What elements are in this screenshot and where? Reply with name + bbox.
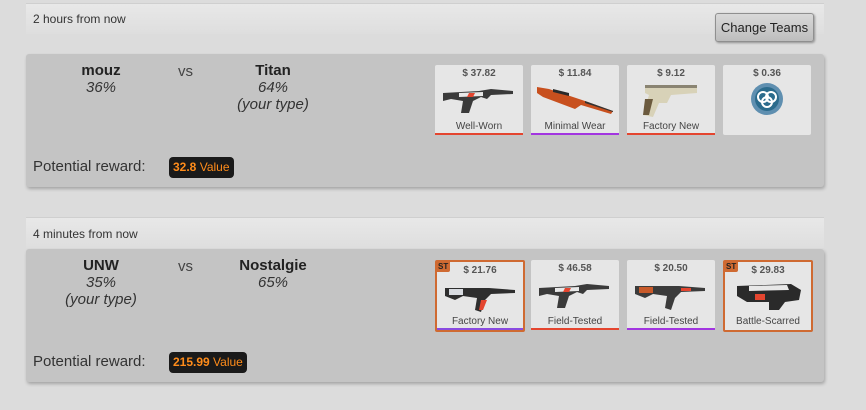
team-left[interactable]: UNW 35% (your type) xyxy=(56,257,146,308)
item-price: $ 11.84 xyxy=(558,68,592,79)
item-condition: Field-Tested xyxy=(547,316,603,327)
reward-label: Potential reward: xyxy=(33,158,146,175)
reward-amount: 215.99 xyxy=(173,355,210,369)
match-time: 2 hours from now xyxy=(33,12,126,26)
sniper-awp-icon xyxy=(537,87,613,114)
reward-value-badge: 32.8 Value xyxy=(169,157,234,178)
team-name: Titan xyxy=(255,62,291,79)
reward-value-badge: 215.99 Value xyxy=(169,352,247,373)
rarity-bar xyxy=(437,328,523,330)
item-price: $ 0.36 xyxy=(753,68,781,79)
team-sticker-icon xyxy=(751,83,783,115)
vs-label: vs xyxy=(178,258,193,275)
skin-item[interactable]: $ 0.36 xyxy=(723,65,811,135)
item-condition: Factory New xyxy=(642,121,700,132)
rarity-bar xyxy=(435,133,523,135)
match-time: 4 minutes from now xyxy=(33,227,138,241)
rarity-bar xyxy=(531,328,619,330)
team-odds: 36% xyxy=(85,79,117,96)
item-price: $ 9.12 xyxy=(657,68,685,79)
rarity-bar xyxy=(627,328,715,330)
your-type-label: (your type) xyxy=(65,291,137,308)
skin-item[interactable]: $ 37.82 Well-Worn xyxy=(435,65,523,135)
vs-label: vs xyxy=(178,63,193,80)
team-left[interactable]: mouz 36% xyxy=(61,62,141,96)
skin-item[interactable]: ST $ 29.83 Battle-Scarred xyxy=(723,260,813,332)
skin-item[interactable]: $ 9.12 Factory New xyxy=(627,65,715,135)
match-header: 4 minutes from now xyxy=(26,217,824,248)
rifle-m4-icon xyxy=(539,284,609,308)
team-odds: 65% xyxy=(257,274,289,291)
skin-item[interactable]: $ 11.84 Minimal Wear xyxy=(531,65,619,135)
item-price: $ 37.82 xyxy=(462,68,496,79)
item-price: $ 29.83 xyxy=(751,265,785,276)
item-condition: Field-Tested xyxy=(643,316,699,327)
team-name: UNW xyxy=(83,257,119,274)
item-condition: Factory New xyxy=(451,316,509,327)
item-price: $ 21.76 xyxy=(463,265,497,276)
smg-p90-icon xyxy=(737,284,801,310)
team-odds: 64% xyxy=(257,79,289,96)
team-name: Nostalgie xyxy=(239,257,307,274)
item-condition: Well-Worn xyxy=(455,121,503,132)
item-condition: Battle-Scarred xyxy=(736,316,800,327)
rifle-ak47-icon xyxy=(445,288,515,312)
your-type-label: (your type) xyxy=(237,96,309,113)
pistol-deagle-icon xyxy=(643,85,697,117)
reward-amount: 32.8 xyxy=(173,160,197,174)
match-card: UNW 35% (your type) vs Nostalgie 65% ST … xyxy=(26,249,824,382)
team-name: mouz xyxy=(81,62,121,79)
team-right[interactable]: Nostalgie 65% xyxy=(224,257,322,291)
reward-label: Potential reward: xyxy=(33,353,146,370)
team-odds: 35% xyxy=(85,274,117,291)
team-right[interactable]: Titan 64% (your type) xyxy=(224,62,322,113)
reward-unit: Value xyxy=(199,160,230,174)
rarity-bar xyxy=(531,133,619,135)
rifle-m4-icon xyxy=(443,89,513,113)
item-price: $ 46.58 xyxy=(558,263,592,274)
item-condition: Minimal Wear xyxy=(544,121,606,132)
rarity-bar xyxy=(627,133,715,135)
skin-item[interactable]: $ 46.58 Field-Tested xyxy=(531,260,619,330)
item-price: $ 20.50 xyxy=(654,263,688,274)
skin-item[interactable]: $ 20.50 Field-Tested xyxy=(627,260,715,330)
skin-item[interactable]: ST $ 21.76 Factory New xyxy=(435,260,525,332)
reward-unit: Value xyxy=(213,355,243,369)
match-card: mouz 36% vs Titan 64% (your type) $ 37.8… xyxy=(26,54,824,187)
change-teams-button[interactable]: Change Teams xyxy=(715,13,814,42)
match-header: 2 hours from now xyxy=(26,3,824,34)
rifle-ak47-icon xyxy=(635,286,705,310)
